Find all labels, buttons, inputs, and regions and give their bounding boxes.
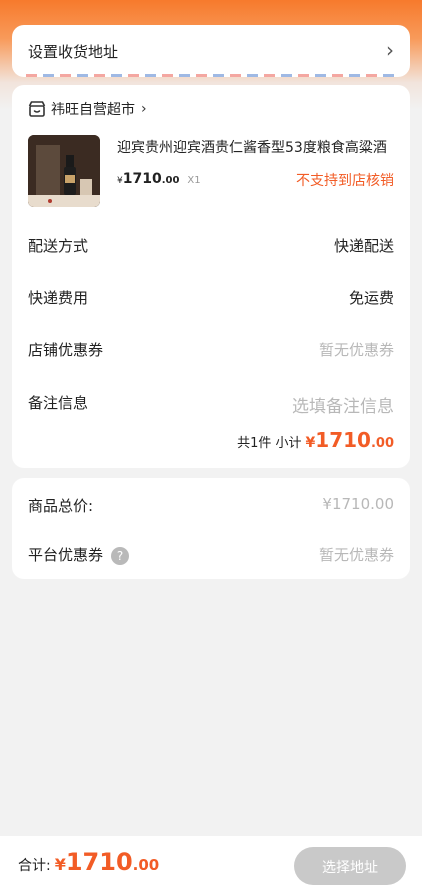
platform-coupon-value: 暂无优惠券 — [318, 546, 394, 564]
goods-total-row: 商品总价: ¥1710.00 — [28, 495, 394, 516]
store-coupon-value: 暂无优惠券 — [318, 341, 394, 359]
subtotal-symbol: ¥ — [305, 435, 316, 451]
shipping-fee-value: 免运费 — [348, 289, 394, 307]
product-price: ¥ 1710 .00 X1 — [117, 171, 201, 187]
subtotal-integer: 1710 — [315, 428, 371, 452]
remark-label: 备注信息 — [28, 394, 89, 412]
shop-icon — [28, 101, 46, 117]
remark-row: 备注信息 选填备注信息 — [28, 392, 394, 417]
store-coupon-row[interactable]: 店铺优惠券 暂无优惠券 — [28, 339, 394, 360]
product-image[interactable] — [28, 135, 100, 207]
platform-coupon-row[interactable]: 平台优惠券? 暂无优惠券 — [28, 544, 394, 565]
checkout-bar: 合计: ¥ 1710 .00 选择地址 — [0, 836, 422, 894]
total-integer: 1710 — [65, 848, 133, 876]
subtotal-label: 共1件 小计 — [237, 436, 302, 451]
address-divider — [26, 74, 396, 77]
platform-coupon-label: 平台优惠券 — [28, 546, 104, 564]
order-card: 祎旺自营超市 › 迎宾贵州迎宾酒贵仁酱香型53度粮食高粱酒 ¥ 1710 .00… — [12, 85, 410, 468]
shipping-fee-row: 快递费用 免运费 — [28, 287, 394, 308]
goods-total-value: ¥1710.00 — [322, 495, 394, 513]
price-summary-card: 商品总价: ¥1710.00 平台优惠券? 暂无优惠券 — [12, 478, 410, 579]
help-icon[interactable]: ? — [111, 546, 130, 565]
delivery-method-value: 快递配送 — [333, 237, 394, 255]
price-decimal: .00 — [161, 175, 180, 186]
store-redeem-notice: 不支持到店核销 — [296, 173, 394, 189]
order-subtotal: 共1件 小计 ¥ 1710 .00 — [237, 428, 394, 452]
product-quantity: X1 — [187, 175, 201, 186]
address-label: 设置收货地址 — [28, 43, 119, 61]
store-link[interactable]: 祎旺自营超市 › — [28, 99, 147, 119]
price-integer: 1710 — [122, 171, 162, 187]
store-chevron-icon: › — [141, 101, 147, 117]
product-title[interactable]: 迎宾贵州迎宾酒贵仁酱香型53度粮食高粱酒 — [117, 137, 397, 157]
subtotal-decimal: .00 — [370, 436, 394, 451]
delivery-method-label: 配送方式 — [28, 237, 89, 255]
order-total: 合计: ¥ 1710 .00 — [18, 848, 159, 876]
address-card[interactable]: 设置收货地址 › — [12, 25, 410, 77]
total-decimal: .00 — [132, 856, 160, 874]
shipping-fee-label: 快递费用 — [28, 289, 89, 307]
chevron-right-icon: › — [386, 38, 394, 62]
store-name: 祎旺自营超市 — [51, 102, 135, 118]
select-address-button[interactable]: 选择地址 — [294, 847, 406, 885]
remark-input[interactable]: 选填备注信息 — [292, 392, 394, 417]
goods-total-label: 商品总价: — [28, 497, 94, 515]
total-label: 合计: — [18, 858, 51, 874]
total-symbol: ¥ — [54, 855, 66, 874]
delivery-method-row[interactable]: 配送方式 快递配送 — [28, 235, 394, 256]
store-coupon-label: 店铺优惠券 — [28, 341, 104, 359]
